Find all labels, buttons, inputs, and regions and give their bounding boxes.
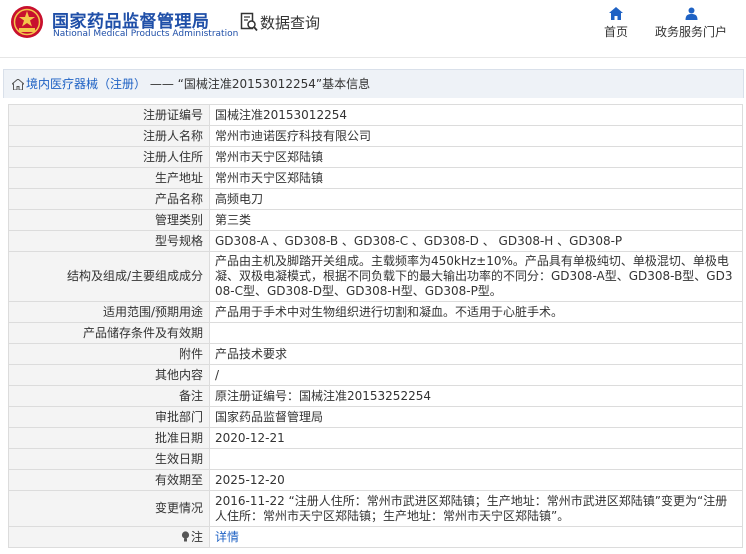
home-icon [609,7,623,20]
table-row: 型号规格 GD308-A 、GD308-B 、GD308-C 、GD308-D 、… [8,230,743,252]
table-row: 生产地址 常州市天宁区郑陆镇 [8,167,743,189]
table-row: 产品名称 高频电刀 [8,188,743,210]
table-row: 审批部门 国家药品监督管理局 [8,406,743,428]
row-label: 型号规格 [8,230,210,252]
table-row: 管理类别 第三类 [8,209,743,231]
row-label: 生产地址 [8,167,210,189]
row-value: 国械注准20153012254 [209,104,743,126]
row-value: 第三类 [209,209,743,231]
row-value: 产品技术要求 [209,343,743,365]
row-label: 变更情况 [8,490,210,527]
breadcrumb: 境内医疗器械（注册） —— “国械注准20153012254”基本信息 [3,69,744,98]
table-row: 备注 原注册证编号：国械注准20153252254 [8,385,743,407]
table-row: 其他内容 / [8,364,743,386]
row-value: 常州市迪诺医疗科技有限公司 [209,125,743,147]
row-label: 注册人名称 [8,125,210,147]
row-value: 常州市天宁区郑陆镇 [209,146,743,168]
nav-home-label: 首页 [603,25,628,39]
row-value: 国家药品监督管理局 [209,406,743,428]
table-row: 变更情况 2016-11-22 “注册人住所：常州市武进区郑陆镇；生产地址：常州市… [8,490,743,527]
home-small-icon [12,79,24,90]
note-label-cell: 注 [8,526,210,548]
row-label: 附件 [8,343,210,365]
row-label: 结构及组成/主要组成成分 [8,251,210,302]
row-label: 注册人住所 [8,146,210,168]
registration-info-table: 注册证编号 国械注准20153012254 注册人名称 常州市迪诺医疗科技有限公司 … [8,104,743,548]
section-title: 数据查询 [260,14,321,32]
row-value: 产品由主机及脚踏开关组成。主载频率为450kHz±10%。产品具有单极纯切、单极… [209,251,743,302]
row-value [209,448,743,470]
table-row: 附件 产品技术要求 [8,343,743,365]
table-row: 注册人名称 常州市迪诺医疗科技有限公司 [8,125,743,147]
nav-gov-service[interactable]: 政务服务门户 [652,7,730,40]
row-label: 产品储存条件及有效期 [8,322,210,344]
row-value [209,322,743,344]
row-value: 高频电刀 [209,188,743,210]
note-label: 注 [190,529,203,544]
note-row: 注 详情 [8,526,743,548]
table-row: 注册人住所 常州市天宁区郑陆镇 [8,146,743,168]
table-row: 批准日期 2020-12-21 [8,427,743,449]
row-label: 批准日期 [8,427,210,449]
row-label: 注册证编号 [8,104,210,126]
site-header: 国家药品监督管理局 National Medical Products Admi… [0,0,746,58]
table-row: 注册证编号 国械注准20153012254 [8,104,743,126]
details-link[interactable]: 详情 [215,530,239,544]
row-value: 2016-11-22 “注册人住所：常州市武进区郑陆镇；生产地址：常州市武进区郑… [209,490,743,527]
table-row: 适用范围/预期用途 产品用于手术中对生物组织进行切割和凝血。不适用于心脏手术。 [8,301,743,323]
row-value: GD308-A 、GD308-B 、GD308-C 、GD308-D 、 GD3… [209,230,743,252]
row-label: 生效日期 [8,448,210,470]
row-value: 产品用于手术中对生物组织进行切割和凝血。不适用于心脏手术。 [209,301,743,323]
row-value: 2025-12-20 [209,469,743,491]
row-label: 适用范围/预期用途 [8,301,210,323]
breadcrumb-category-link[interactable]: 境内医疗器械（注册） [26,77,146,91]
row-label: 其他内容 [8,364,210,386]
row-label: 审批部门 [8,406,210,428]
note-value-cell: 详情 [209,526,743,548]
table-row: 有效期至 2025-12-20 [8,469,743,491]
row-label: 产品名称 [8,188,210,210]
row-label: 有效期至 [8,469,210,491]
nav-home[interactable]: 首页 [598,7,634,40]
lightbulb-icon [181,530,190,541]
row-value: 原注册证编号：国械注准20153252254 [209,385,743,407]
breadcrumb-page-title: “国械注准20153012254”基本信息 [177,77,371,91]
nav-gov-service-label: 政务服务门户 [654,25,727,39]
user-icon [685,7,697,20]
table-row: 结构及组成/主要组成成分 产品由主机及脚踏开关组成。主载频率为450kHz±10%… [8,251,743,302]
row-value: / [209,364,743,386]
row-label: 管理类别 [8,209,210,231]
emblem-logo [11,6,43,38]
table-row: 生效日期 [8,448,743,470]
row-label: 备注 [8,385,210,407]
table-row: 产品储存条件及有效期 [8,322,743,344]
breadcrumb-separator: —— [146,77,178,91]
brand-title-en[interactable]: National Medical Products Administration [53,29,238,39]
row-value: 常州市天宁区郑陆镇 [209,167,743,189]
row-value: 2020-12-21 [209,427,743,449]
search-doc-icon [240,12,258,32]
